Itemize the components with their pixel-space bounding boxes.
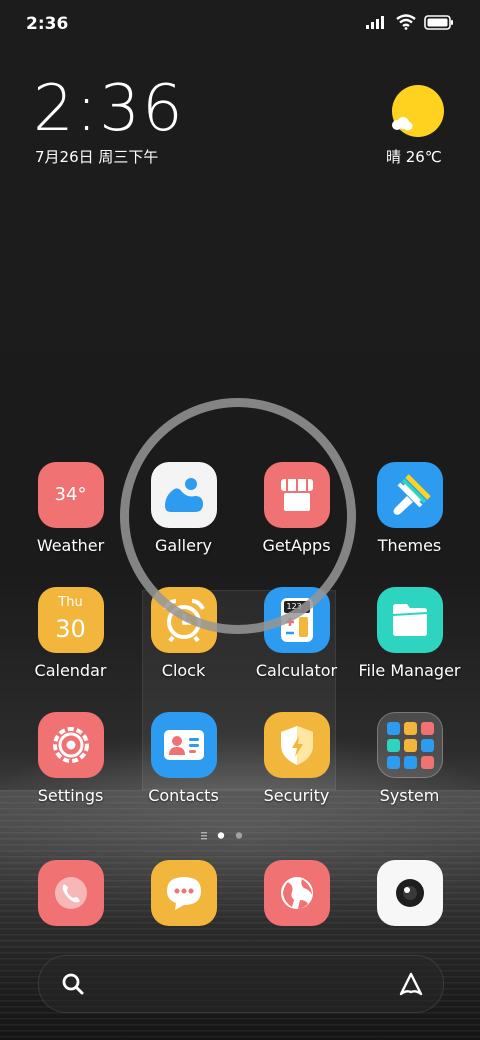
wifi-icon <box>396 14 416 30</box>
cloud-icon <box>392 117 413 131</box>
assistant-icon[interactable] <box>397 970 425 998</box>
status-bar: 2:36 <box>0 0 480 50</box>
app-label-contacts: Contacts <box>148 786 219 805</box>
calendar-day: Thu <box>58 595 83 610</box>
contacts-card-icon <box>150 712 217 778</box>
battery-icon <box>424 14 453 30</box>
messages-icon <box>150 860 217 926</box>
app-label-settings: Settings <box>37 786 104 805</box>
weather-icon-temp: 34° <box>54 484 87 505</box>
app-label-calendar: Calendar <box>34 661 107 680</box>
signal-icon <box>366 16 384 29</box>
app-label-calculator: Calculator <box>255 661 338 680</box>
calendar-date: 30 <box>55 615 86 643</box>
weather-app-icon: 34° <box>37 462 104 528</box>
page-indicator <box>201 832 243 840</box>
weather-widget[interactable]: 晴 26℃ <box>382 80 462 170</box>
app-label-system: System <box>379 786 440 805</box>
app-calendar[interactable]: Thu 30 Calendar <box>14 587 127 680</box>
app-weather[interactable]: 34° Weather <box>14 462 127 555</box>
home-clock-time[interactable]: 2:36 <box>33 72 185 146</box>
folder-preview-icon <box>376 712 443 778</box>
status-icons <box>366 14 454 30</box>
dock-messages[interactable] <box>127 860 240 926</box>
phone-icon <box>37 860 104 926</box>
camera-icon <box>376 860 443 926</box>
search-bar[interactable] <box>38 955 444 1013</box>
app-folder-system[interactable]: System <box>353 712 466 805</box>
app-label-weather: Weather <box>36 536 105 555</box>
app-file-manager[interactable]: File Manager <box>353 587 466 680</box>
app-label-security: Security <box>263 786 330 805</box>
app-themes[interactable]: Themes <box>353 462 466 555</box>
home-date: 7月26日 周三下午 <box>35 148 159 166</box>
settings-gear-icon <box>37 712 104 778</box>
app-label-file-manager: File Manager <box>358 661 461 680</box>
security-shield-icon <box>263 712 330 778</box>
dock-phone[interactable] <box>14 860 127 926</box>
dock-browser[interactable] <box>240 860 353 926</box>
themes-brush-icon <box>376 462 443 528</box>
search-icon <box>62 973 84 995</box>
touch-ring-indicator <box>120 398 356 634</box>
app-contacts[interactable]: Contacts <box>127 712 240 805</box>
app-label-clock: Clock <box>161 661 206 680</box>
dock-camera[interactable] <box>353 860 466 926</box>
browser-icon <box>263 860 330 926</box>
weather-text: 晴 26℃ <box>386 148 442 166</box>
app-security[interactable]: Security <box>240 712 353 805</box>
app-settings[interactable]: Settings <box>14 712 127 805</box>
status-time: 2:36 <box>26 14 69 34</box>
app-label-themes: Themes <box>377 536 442 555</box>
folder-icon <box>376 587 443 653</box>
calendar-icon: Thu 30 <box>37 587 104 653</box>
